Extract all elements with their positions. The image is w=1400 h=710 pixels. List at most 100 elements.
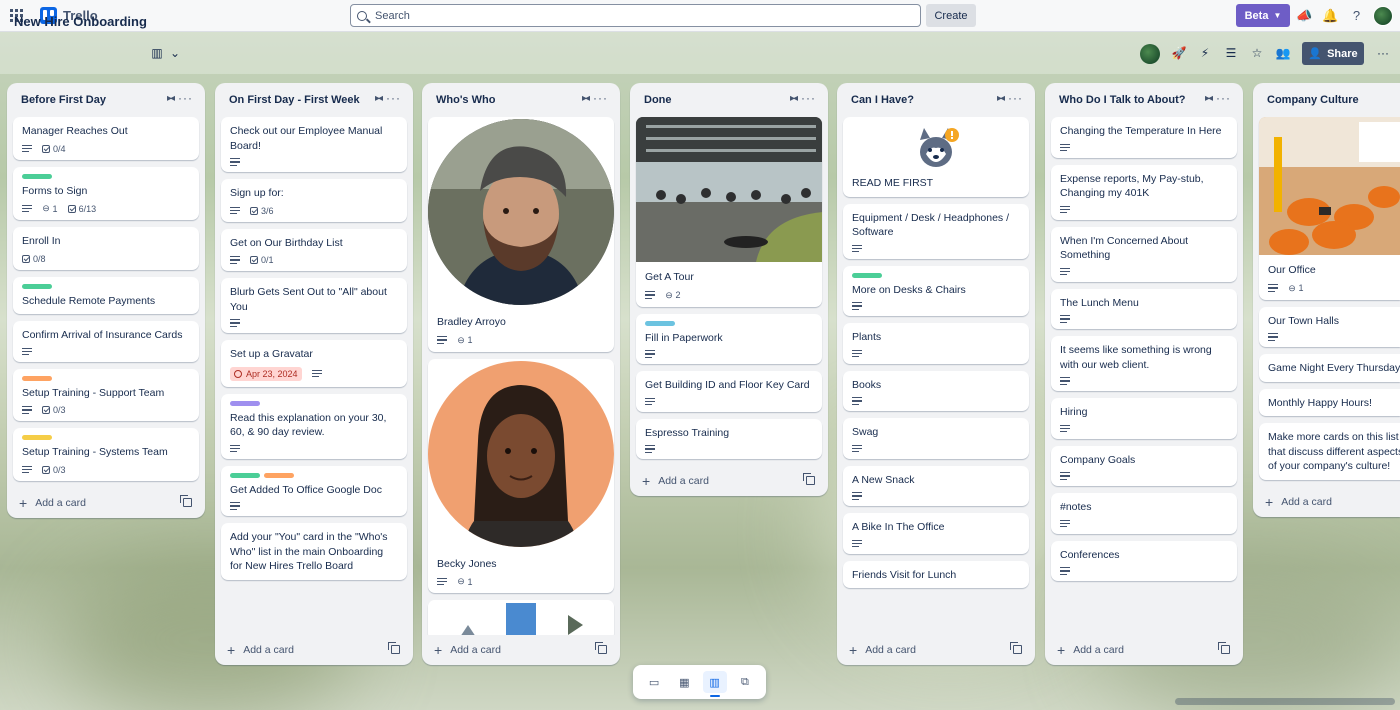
add-card-button[interactable]: + Add a card (1253, 487, 1400, 517)
card[interactable]: Confirm Arrival of Insurance Cards (13, 321, 199, 362)
card[interactable]: Bradley Arroyo ⊘ 1 (428, 117, 614, 352)
add-card-button[interactable]: + Add a card (422, 635, 620, 665)
card-label-yellow[interactable] (22, 435, 52, 440)
card[interactable]: Our Office ⊘ 1 (1259, 117, 1400, 300)
list-title[interactable]: Can I Have? (851, 94, 914, 106)
horizontal-scrollbar[interactable] (1175, 698, 1395, 705)
card[interactable]: #notes (1051, 493, 1237, 534)
card-label-orange[interactable] (22, 375, 52, 381)
card[interactable]: Game Night Every Thursday (1259, 354, 1400, 382)
list-title[interactable]: Before First Day (21, 94, 106, 106)
more-icon[interactable]: ··· (593, 91, 608, 105)
card[interactable]: Friends Visit for Lunch (843, 560, 1029, 588)
card[interactable]: Set up a Gravatar Apr 23, 2024 (221, 340, 407, 387)
notifications-icon[interactable]: 🔔 (1322, 7, 1339, 24)
card-label-green[interactable] (230, 472, 260, 478)
automation-icon[interactable]: ⚡ (1196, 45, 1214, 61)
card[interactable]: Equipment / Desk / Headphones / Software (843, 203, 1029, 259)
more-icon[interactable]: ··· (178, 91, 193, 105)
help-icon[interactable]: ? (1348, 7, 1365, 24)
card-template-icon[interactable] (180, 494, 192, 507)
star-icon[interactable]: ☆ (1248, 45, 1266, 61)
card[interactable]: Setup Training - Support Team 0/3 (13, 368, 199, 421)
add-card-button[interactable]: + Add a card (630, 466, 828, 496)
card-label-orange[interactable] (264, 472, 294, 478)
add-card-button[interactable]: + Add a card (215, 635, 413, 665)
card[interactable]: Expense reports, My Pay-stub, Changing m… (1051, 164, 1237, 220)
card[interactable]: Swag (843, 418, 1029, 459)
card[interactable]: Books (843, 370, 1029, 411)
card[interactable]: Monthly Happy Hours! (1259, 388, 1400, 416)
card[interactable]: READ ME FIRST (843, 117, 1029, 197)
card[interactable]: Our Town Halls (1259, 306, 1400, 347)
share-button[interactable]: 👤 Share (1302, 42, 1364, 65)
card[interactable]: Fill in Paperwork (636, 313, 822, 364)
card[interactable]: Manager Reaches Out 0/4 (13, 117, 199, 160)
add-card-button[interactable]: + Add a card (1045, 635, 1243, 665)
board-view-icon[interactable]: ▥ (148, 45, 166, 61)
card[interactable]: Changing the Temperature In Here (1051, 117, 1237, 158)
card[interactable]: Setup Training - Systems Team 0/3 (13, 428, 199, 481)
card-label-purple[interactable] (230, 400, 260, 406)
more-icon[interactable]: ··· (1008, 91, 1023, 105)
more-icon[interactable]: ··· (1374, 45, 1392, 61)
visibility-icon[interactable]: 👥 (1274, 45, 1292, 61)
switch-boards-icon[interactable]: ⧉ (733, 671, 757, 693)
card[interactable]: Company Goals (1051, 445, 1237, 486)
collapse-icon[interactable]: ▸◂ (582, 93, 590, 104)
list-title[interactable]: Who Do I Talk to About? (1059, 94, 1185, 106)
filter-icon[interactable]: ☰ (1222, 45, 1240, 61)
card-template-icon[interactable] (803, 473, 815, 485)
card[interactable]: Hiring (1051, 398, 1237, 439)
search-input[interactable]: Search (350, 4, 921, 27)
more-icon[interactable]: ··· (386, 91, 401, 105)
card[interactable]: Blurb Gets Sent Out to "All" about You (221, 278, 407, 333)
power-ups-icon[interactable]: 🚀 (1170, 45, 1188, 61)
list-title[interactable]: Company Culture (1267, 94, 1359, 106)
card[interactable]: Get A Tour ⊘ 2 (636, 117, 822, 307)
card[interactable]: When I'm Concerned About Something (1051, 226, 1237, 282)
card[interactable]: Check out our Employee Manual Board! (221, 117, 407, 172)
collapse-icon[interactable]: ▸◂ (997, 93, 1005, 104)
card[interactable]: Get Building ID and Floor Key Card (636, 371, 822, 412)
card[interactable]: The Lunch Menu (1051, 288, 1237, 329)
chevron-down-icon[interactable]: ⌄ (166, 45, 184, 61)
card[interactable]: Make more cards on this list that discus… (1259, 423, 1400, 480)
more-icon[interactable]: ··· (1216, 91, 1231, 105)
list-title[interactable]: Who's Who (436, 94, 495, 106)
card[interactable]: A New Snack (843, 465, 1029, 506)
board-title[interactable]: New Hire Onboarding (14, 14, 147, 29)
board-view-icon[interactable]: ▥ (702, 671, 727, 697)
card-label-green[interactable] (852, 272, 882, 278)
calendar-view-icon[interactable]: ▦ (672, 671, 696, 693)
card[interactable]: A Bike In The Office (843, 513, 1029, 554)
card-template-icon[interactable] (595, 642, 607, 654)
card[interactable]: Plants (843, 323, 1029, 364)
collapse-icon[interactable]: ▸◂ (167, 93, 175, 104)
inbox-view-icon[interactable]: ▭ (642, 671, 666, 693)
list-title[interactable]: On First Day - First Week (229, 94, 360, 106)
card-template-icon[interactable] (388, 642, 400, 654)
card[interactable]: Forms to Sign ⊘ 1 6/13 (13, 166, 199, 220)
card[interactable]: More on Desks & Chairs (843, 265, 1029, 316)
card[interactable]: It seems like something is wrong with ou… (1051, 336, 1237, 391)
card[interactable]: Get on Our Birthday List 0/1 (221, 228, 407, 271)
card[interactable]: Becky Jones ⊘ 1 (428, 358, 614, 593)
member-avatar[interactable] (1140, 44, 1160, 64)
card[interactable]: Schedule Remote Payments (13, 276, 199, 314)
due-date-badge[interactable]: Apr 23, 2024 (230, 366, 302, 381)
card[interactable] (428, 600, 614, 635)
card[interactable]: Read this explanation on your 30, 60, & … (221, 393, 407, 459)
add-card-button[interactable]: + Add a card (837, 635, 1035, 665)
collapse-icon[interactable]: ▸◂ (375, 93, 383, 104)
card[interactable]: Add your "You" card in the "Who's Who" l… (221, 523, 407, 580)
card-label-green[interactable] (22, 283, 52, 289)
megaphone-icon[interactable]: 📣 (1296, 7, 1313, 24)
beta-button[interactable]: Beta ▼ (1236, 4, 1290, 27)
card[interactable]: Sign up for: 3/6 (221, 179, 407, 222)
card-template-icon[interactable] (1010, 642, 1022, 654)
collapse-icon[interactable]: ▸◂ (1205, 93, 1213, 104)
card[interactable]: Espresso Training (636, 418, 822, 459)
collapse-icon[interactable]: ▸◂ (790, 93, 798, 104)
card[interactable]: Conferences (1051, 540, 1237, 581)
